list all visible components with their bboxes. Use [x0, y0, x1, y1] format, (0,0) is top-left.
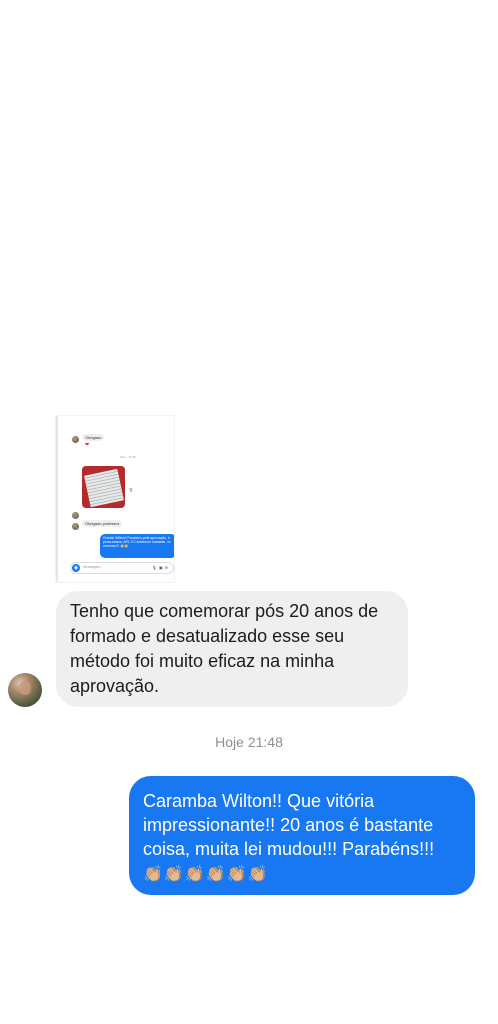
- outgoing-message-bubble[interactable]: Caramba Wilton!! Que vitória impressiona…: [129, 776, 475, 895]
- mini-time: hoje · 11:55: [120, 455, 136, 459]
- camera-icon: ◉: [72, 564, 80, 572]
- mini-avatar-2: [72, 512, 79, 519]
- outgoing-message-text: Caramba Wilton!! Que vitória impressiona…: [143, 791, 435, 859]
- mini-composer-icons: 🎙▣⊕: [151, 565, 170, 570]
- clapping-hands-icon: 👏🏼: [184, 866, 205, 883]
- clapping-hands-icon: 👏🏼: [163, 866, 184, 883]
- mini-message-2: Obrigado professor: [82, 520, 123, 527]
- share-icon: ⊽: [129, 488, 133, 494]
- mini-avatar: [72, 436, 79, 443]
- mini-composer-placeholder: Mensagem...: [83, 565, 104, 569]
- message-timestamp: Hoje 21:48: [215, 734, 283, 750]
- clapping-hands-icon: 👏🏼: [143, 866, 163, 883]
- clapping-hands-icon: 👏🏼: [205, 866, 226, 883]
- mini-photo: [82, 466, 125, 508]
- heart-icon: ❤: [85, 442, 90, 448]
- mini-avatar-3: [72, 523, 79, 530]
- clapping-emojis: 👏🏼👏🏼👏🏼👏🏼👏🏼👏🏼: [143, 863, 269, 883]
- mini-message-1: Obrigado: [82, 434, 105, 441]
- incoming-message-text: Tenho que comemorar pós 20 anos de forma…: [70, 601, 379, 696]
- mini-sent-message: Grande Wilton!! Parabéns pela aprovação,…: [100, 534, 174, 558]
- mini-composer: ◉ Mensagem... 🎙▣⊕: [70, 562, 174, 574]
- avatar[interactable]: [8, 673, 42, 707]
- clapping-hands-icon: 👏🏼: [247, 866, 268, 883]
- incoming-message-bubble[interactable]: Tenho que comemorar pós 20 anos de forma…: [56, 591, 408, 707]
- clapping-hands-icon: 👏🏼: [226, 866, 247, 883]
- embedded-screenshot[interactable]: Obrigado ❤ hoje · 11:55 ⊽ Obrigado profe…: [56, 416, 174, 582]
